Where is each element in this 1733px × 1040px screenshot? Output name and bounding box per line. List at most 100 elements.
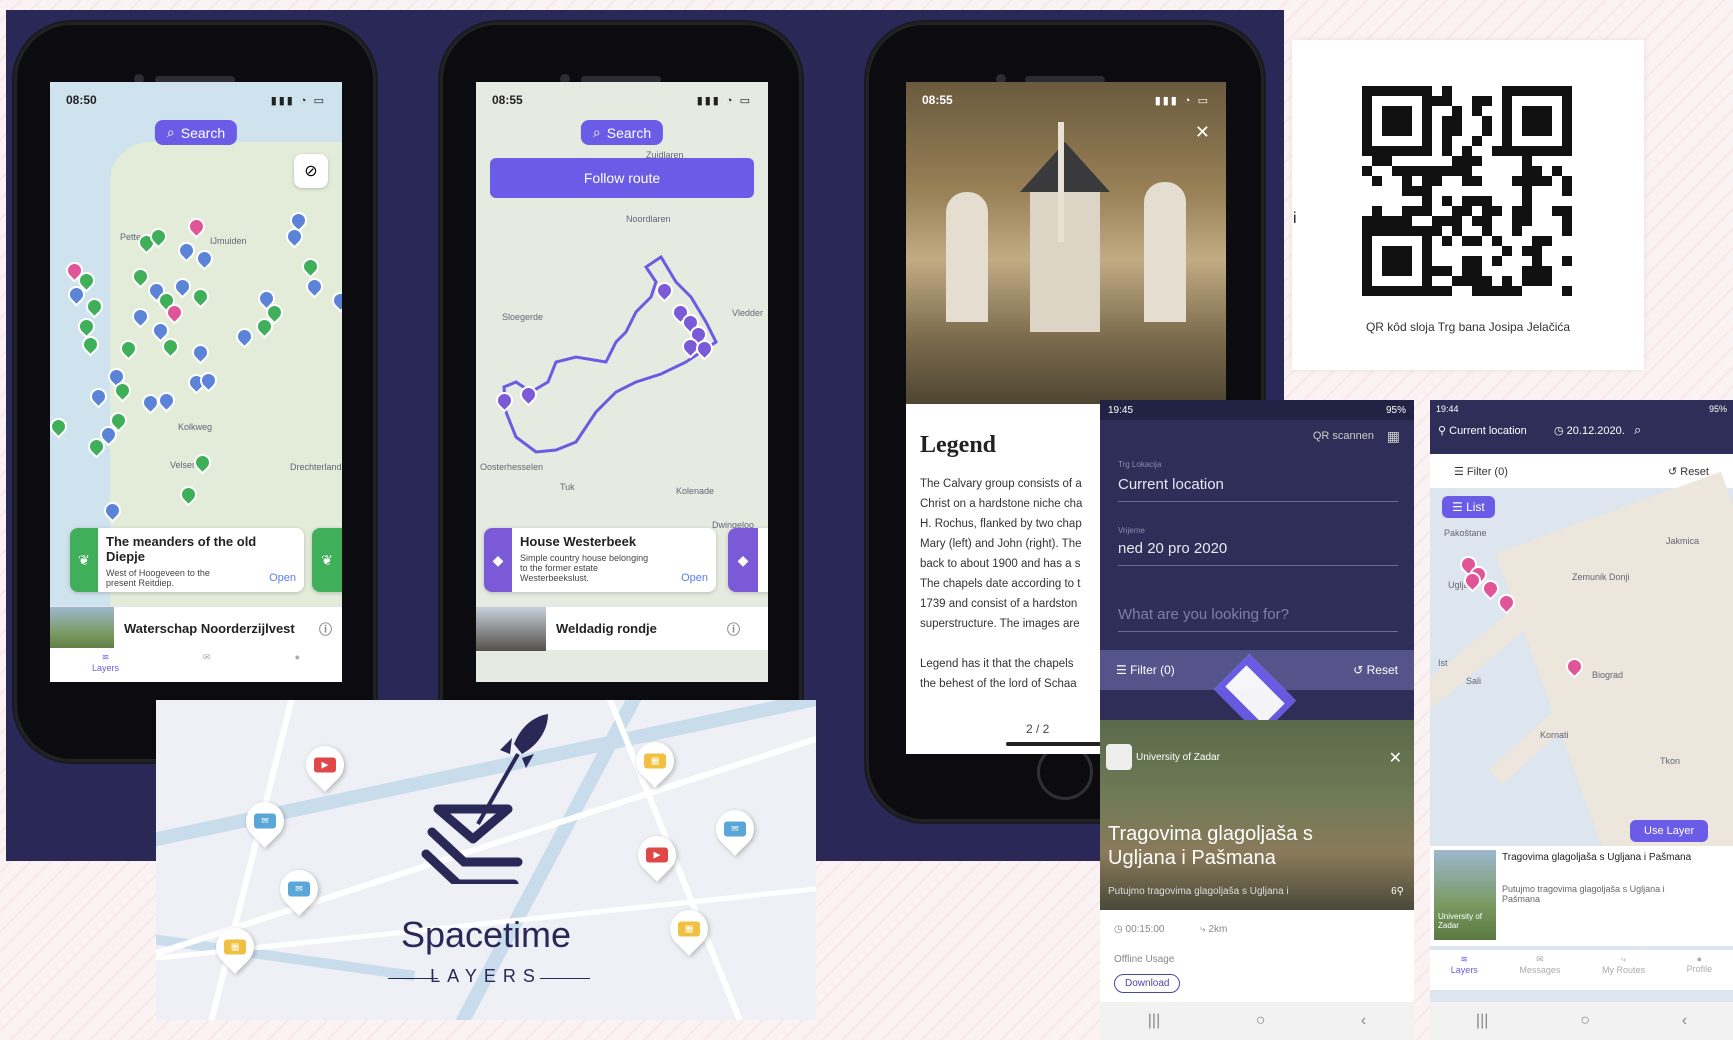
map-pin[interactable] <box>50 414 71 439</box>
use-layer-button[interactable]: Use Layer <box>1630 820 1709 842</box>
profile-icon: ● <box>1696 954 1703 964</box>
location-icon: ⚲ <box>1438 425 1450 437</box>
date-value[interactable]: 20.12.2020. <box>1567 425 1625 437</box>
place-card[interactable]: ◆ House Westerbeek Simple country house … <box>484 528 716 592</box>
org-logo <box>1106 744 1132 770</box>
map-pin[interactable] <box>78 332 103 357</box>
tab-profile[interactable]: ● <box>295 652 300 682</box>
android-screen-1: 19:45 95% QR scannen ▦ Trg Lokacija Curre… <box>1100 400 1414 1040</box>
filter-button[interactable]: ☰ Filter (0) <box>1454 465 1508 478</box>
back-icon[interactable]: ‹ <box>1682 1012 1687 1030</box>
compass-icon[interactable]: ⊘ <box>294 154 328 188</box>
diamond-icon: ◆ <box>728 528 758 592</box>
leaf-icon: ❦ <box>312 528 342 592</box>
qr-scan-button[interactable]: QR scannen <box>1313 430 1374 442</box>
tab-my-routes[interactable]: ⤷ My Routes <box>1602 954 1645 990</box>
recents-icon[interactable]: ||| <box>1476 1012 1488 1030</box>
layer-name: Waterschap Noorderzijlvest <box>124 621 295 636</box>
rocket-layers-icon <box>421 714 548 884</box>
place-card[interactable]: ❦ The meanders of the old Diepje West of… <box>70 528 304 592</box>
tab-bar: ≋ Layers ✉ ● <box>50 648 342 682</box>
header: 19:44 95% ⚲ Current location ◷ 20.12.202… <box>1430 400 1733 454</box>
qr-icon[interactable]: ▦ <box>1387 428 1400 445</box>
status-time: 19:45 <box>1108 404 1134 416</box>
list-button[interactable]: ☰ List <box>1442 496 1495 518</box>
video-marker: ▶ <box>298 738 352 792</box>
close-icon[interactable]: ✕ <box>1389 748 1402 768</box>
map-pin[interactable] <box>82 294 107 319</box>
tab-profile[interactable]: ● Profile <box>1687 954 1713 990</box>
card-title: The meanders of the old Diepje <box>106 534 257 564</box>
map-label: Drechterland <box>290 462 342 472</box>
layer-bar[interactable]: Waterschap Noorderzijlvest ⓘ <box>50 606 342 651</box>
map-label: Kolkweg <box>178 422 213 432</box>
search-input[interactable]: What are you looking for? <box>1118 606 1398 632</box>
android-screen-2: 19:44 95% ⚲ Current location ◷ 20.12.202… <box>1430 400 1733 1040</box>
route-photo[interactable]: University of Zadar ✕ Tragovima glagolja… <box>1100 720 1414 910</box>
home-icon[interactable]: ○ <box>1256 1012 1266 1030</box>
phone-2-screen: 08:55 ▮▮▮ ◔ ▭ ⌕ Search Follow route Zuidla… <box>476 82 768 682</box>
video-marker: ▶ <box>630 828 684 882</box>
location-field[interactable]: Current location <box>1118 476 1398 502</box>
card-subtitle: Simple country house belonging to the fo… <box>520 553 649 583</box>
envelope-icon: ✉ <box>203 652 211 662</box>
org-name: University of Zadar <box>1136 752 1220 763</box>
reset-icon: ↺ <box>1667 465 1681 478</box>
card-title: Tragovima glagoljaša s Ugljana i Pašmana <box>1502 852 1692 863</box>
place-card-next[interactable]: ❦ <box>312 528 342 592</box>
brand-name: Spacetime <box>400 914 572 955</box>
mail-marker: ✉ <box>708 802 762 856</box>
map-label: Sali <box>1466 676 1482 686</box>
layer-thumbnail <box>476 606 546 651</box>
place-card-next[interactable]: ◆ <box>728 528 768 592</box>
search-button[interactable]: ⌕ Search <box>580 120 664 145</box>
tab-messages[interactable]: ✉ Messages <box>1519 954 1560 990</box>
envelope-icon: ✉ <box>288 881 310 897</box>
location-value[interactable]: Current location <box>1449 425 1527 437</box>
open-link[interactable]: Open <box>681 572 708 584</box>
location-label: Trg Lokacija <box>1118 460 1162 469</box>
leaf-icon: ❦ <box>70 528 98 592</box>
layer-bar[interactable]: Weldadig rondje ⓘ <box>476 606 768 651</box>
route-title: Tragovima glagoljaša s Ugljana i Pašmana <box>1108 823 1313 869</box>
phone-1-screen: 08:50 ▮▮▮ ◔ ▭ ⌕ Search ⊘ Petten IJmuiden K… <box>50 82 342 682</box>
layer-card[interactable]: University of Zadar Tragovima glagoljaša… <box>1430 846 1733 946</box>
search-icon: ⌕ <box>166 124 175 140</box>
home-icon[interactable]: ○ <box>1580 1012 1590 1030</box>
map-pin[interactable] <box>86 384 111 409</box>
status-time: 08:50 <box>66 93 97 107</box>
layer-name: Weldadig rondje <box>556 621 657 636</box>
reset-button[interactable]: ↺ Reset <box>1668 465 1709 478</box>
tab-bar: ≋ Layers ✉ Messages ⤷ My Routes ● Profile <box>1430 950 1733 990</box>
status-bar: 19:45 95% <box>1100 400 1414 420</box>
search-button[interactable]: ⌕ Search <box>154 120 238 145</box>
close-icon[interactable]: ✕ <box>1195 122 1210 143</box>
map-label: Tkon <box>1660 756 1681 766</box>
info-icon[interactable]: ⓘ <box>727 619 740 638</box>
back-icon[interactable]: ‹ <box>1361 1012 1366 1030</box>
android-nav-bar: ||| ○ ‹ <box>1430 1002 1733 1040</box>
envelope-icon: ✉ <box>254 813 276 829</box>
card-subtitle: West of Hoogeveen to the present Reitdie… <box>106 568 210 588</box>
brand-subtitle: LAYERS <box>430 966 542 986</box>
tab-layers[interactable]: ≋ Layers <box>92 652 119 682</box>
search-icon[interactable]: ⌕ <box>1634 422 1641 438</box>
status-icons: ▮▮▮ ◔ ▭ <box>270 94 326 107</box>
spacetime-logo-panel: ▶ ✉ ✉ ▦ ▦ ✉ ▶ ▦ Spacetime LAYERS <box>156 700 816 1020</box>
download-button[interactable]: Download <box>1114 974 1181 993</box>
tab-messages[interactable]: ✉ <box>203 652 211 682</box>
status-time: 08:55 <box>922 93 953 107</box>
recents-icon[interactable]: ||| <box>1148 1012 1160 1030</box>
open-link[interactable]: Open <box>269 572 296 584</box>
clock-icon: ◷ <box>1554 425 1567 437</box>
status-icons: ▮▮▮ ◔ ▭ <box>696 94 752 107</box>
reset-button[interactable]: ↺ Reset <box>1353 663 1398 677</box>
date-field[interactable]: ned 20 pro 2020 <box>1118 540 1398 566</box>
status-time: 19:44 <box>1436 404 1459 414</box>
status-icons: ▮▮▮ ◔ ▭ <box>1154 94 1210 107</box>
tab-layers[interactable]: ≋ Layers <box>1451 954 1478 990</box>
filter-button[interactable]: ☰ Filter (0) <box>1116 663 1175 677</box>
envelope-icon: ✉ <box>724 821 746 837</box>
info-icon[interactable]: ⓘ <box>319 619 332 638</box>
filter-icon: ☰ <box>1116 663 1131 677</box>
